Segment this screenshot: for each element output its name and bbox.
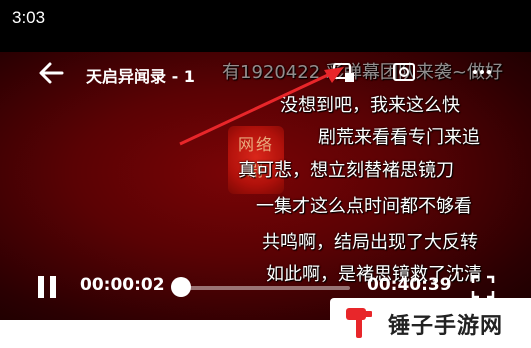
danmaku-toggle-icon[interactable] xyxy=(332,60,356,84)
watermark-text: 锤子手游网 xyxy=(388,314,504,339)
back-arrow-icon[interactable] xyxy=(36,58,66,88)
pause-icon[interactable] xyxy=(36,274,58,300)
status-bar: 3:03 xyxy=(0,0,531,52)
total-time: 00:40:39 xyxy=(367,275,452,295)
video-player[interactable]: 网络剧 有1920422 彩弹幕团队来袭~做好 没想到吧，我来这么快 剧荒来看看… xyxy=(0,52,531,320)
danmaku-line-4: 真可悲，想立刻替褚思镜刀 xyxy=(238,160,454,181)
player-top-bar: 天启异闻录 - 1 xyxy=(0,52,531,96)
danmaku-line-5: 一集才这么点时间都不够看 xyxy=(256,196,472,217)
seek-thumb[interactable] xyxy=(171,277,191,297)
hammer-logo-icon xyxy=(344,306,374,340)
site-watermark: 锤子手游网 xyxy=(330,298,531,348)
danmaku-line-6: 共鸣啊，结局出现了大反转 xyxy=(262,232,478,253)
danmaku-line-3: 剧荒来看看专门来追 xyxy=(318,127,480,148)
fullscreen-icon[interactable] xyxy=(471,274,495,300)
screenshot-icon[interactable] xyxy=(392,60,416,84)
video-title: 天启异闻录 - 1 xyxy=(86,67,195,86)
status-time: 3:03 xyxy=(12,8,46,27)
seek-bar[interactable] xyxy=(180,286,350,290)
more-icon[interactable] xyxy=(470,60,494,84)
current-time: 00:00:02 xyxy=(80,275,165,295)
